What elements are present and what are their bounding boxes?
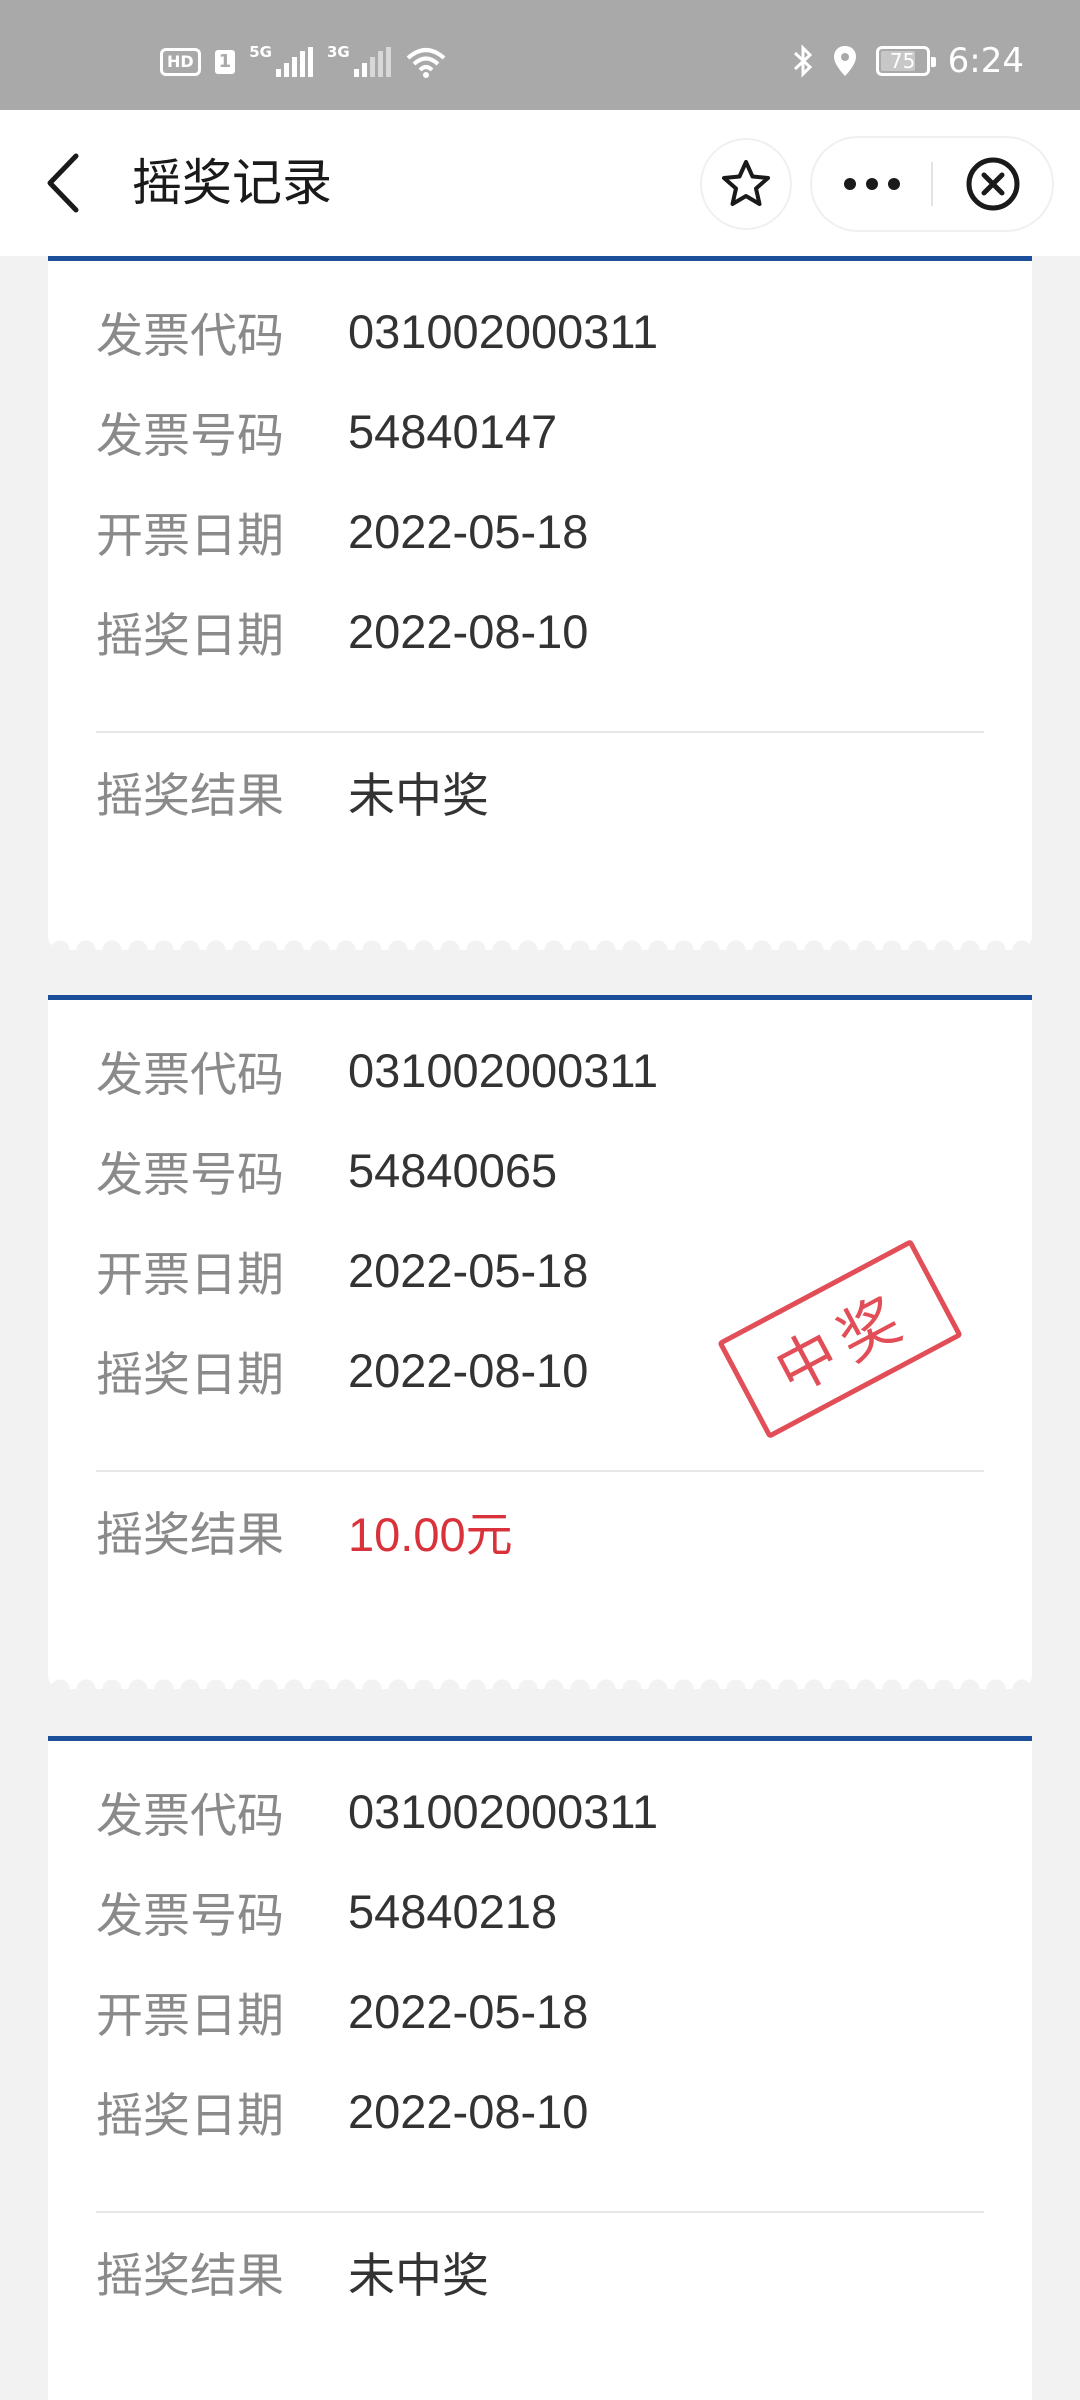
issue-date-value: 2022-05-18 xyxy=(348,1984,589,2038)
issue-date-label: 开票日期 xyxy=(96,508,284,564)
nav-bar: 摇奖记录 xyxy=(0,110,1080,256)
draw-date-label: 摇奖日期 xyxy=(96,2088,284,2144)
signal-bars-icon xyxy=(275,47,313,77)
invoice-code-row: 发票代码 031002000311 xyxy=(96,301,659,364)
network-3g-label: 3G xyxy=(326,43,350,61)
record-list: 发票代码 031002000311 发票号码 54840147 开票日期 202… xyxy=(0,256,1080,2400)
invoice-number-value: 54840147 xyxy=(348,404,558,458)
draw-result-row: 摇奖结果 未中奖 xyxy=(96,761,489,824)
invoice-number-label: 发票号码 xyxy=(96,1888,284,1944)
hd-badge: HD xyxy=(160,48,201,76)
issue-date-row: 开票日期 2022-05-18 xyxy=(96,501,589,564)
invoice-code-label: 发票代码 xyxy=(96,1788,284,1844)
record-card: 发票代码 031002000311 发票号码 54840065 开票日期 202… xyxy=(48,995,1032,1689)
divider xyxy=(96,2211,984,2213)
invoice-number-row: 发票号码 54840065 xyxy=(96,1140,558,1203)
draw-date-row: 摇奖日期 2022-08-10 xyxy=(96,2081,589,2144)
draw-result-value: 未中奖 xyxy=(348,768,489,822)
clock: 6:24 xyxy=(947,41,1024,81)
draw-result-label: 摇奖结果 xyxy=(96,2248,284,2304)
sim-badge: 1 xyxy=(214,50,236,74)
chevron-left-icon xyxy=(47,153,79,213)
issue-date-row: 开票日期 2022-05-18 xyxy=(96,1981,589,2044)
draw-result-value: 10.00元 xyxy=(348,1507,513,1561)
back-button[interactable] xyxy=(40,148,90,218)
draw-date-value: 2022-08-10 xyxy=(348,1343,589,1397)
invoice-code-label: 发票代码 xyxy=(96,308,284,364)
issue-date-value: 2022-05-18 xyxy=(348,504,589,558)
star-icon xyxy=(722,160,770,206)
invoice-number-value: 54840065 xyxy=(348,1143,558,1197)
issue-date-value: 2022-05-18 xyxy=(348,1243,589,1297)
ticket-edge xyxy=(48,934,1032,950)
signal-bars-2-icon xyxy=(353,47,391,77)
capsule-divider xyxy=(931,162,933,206)
close-circle-icon xyxy=(966,157,1020,211)
location-icon xyxy=(833,46,856,76)
draw-date-label: 摇奖日期 xyxy=(96,1347,284,1403)
draw-result-label: 摇奖结果 xyxy=(96,1507,284,1563)
invoice-code-value: 031002000311 xyxy=(348,304,659,358)
invoice-code-value: 031002000311 xyxy=(348,1043,659,1097)
battery-icon: 75 xyxy=(875,46,936,76)
draw-result-row: 摇奖结果 10.00元 xyxy=(96,1500,513,1563)
bluetooth-icon xyxy=(793,44,812,78)
battery-level: 75 xyxy=(889,49,916,73)
status-left: HD 1 5G 3G xyxy=(160,42,447,82)
more-dots-icon xyxy=(844,178,900,190)
close-button[interactable] xyxy=(934,138,1052,230)
record-card: 发票代码 031002000311 发票号码 54840218 开票日期 202… xyxy=(48,1736,1032,2400)
invoice-code-row: 发票代码 031002000311 xyxy=(96,1781,659,1844)
invoice-number-row: 发票号码 54840147 xyxy=(96,401,558,464)
issue-date-label: 开票日期 xyxy=(96,1247,284,1303)
draw-date-value: 2022-08-10 xyxy=(348,604,589,658)
invoice-code-row: 发票代码 031002000311 xyxy=(96,1040,659,1103)
draw-date-row: 摇奖日期 2022-08-10 xyxy=(96,601,589,664)
favorite-button[interactable] xyxy=(702,140,790,228)
winning-stamp: 中奖 xyxy=(717,1238,963,1440)
divider xyxy=(96,1470,984,1472)
issue-date-label: 开票日期 xyxy=(96,1988,284,2044)
invoice-code-value: 031002000311 xyxy=(348,1784,659,1838)
draw-result-label: 摇奖结果 xyxy=(96,768,284,824)
draw-result-row: 摇奖结果 未中奖 xyxy=(96,2241,489,2304)
page-title: 摇奖记录 xyxy=(132,154,332,212)
more-button[interactable] xyxy=(812,138,932,230)
draw-date-value: 2022-08-10 xyxy=(348,2084,589,2138)
invoice-number-value: 54840218 xyxy=(348,1884,558,1938)
status-bar: HD 1 5G 3G 75 6:24 xyxy=(0,0,1080,110)
draw-date-label: 摇奖日期 xyxy=(96,608,284,664)
mini-program-capsule xyxy=(812,138,1052,230)
invoice-number-label: 发票号码 xyxy=(96,1147,284,1203)
status-right: 75 6:24 xyxy=(792,36,1024,86)
draw-date-row: 摇奖日期 2022-08-10 xyxy=(96,1340,589,1403)
invoice-code-label: 发票代码 xyxy=(96,1047,284,1103)
record-card: 发票代码 031002000311 发票号码 54840147 开票日期 202… xyxy=(48,256,1032,950)
network-5g-label: 5G xyxy=(249,43,272,61)
draw-result-value: 未中奖 xyxy=(348,2248,489,2302)
issue-date-row: 开票日期 2022-05-18 xyxy=(96,1240,589,1303)
ticket-edge xyxy=(48,1673,1032,1689)
divider xyxy=(96,731,984,733)
invoice-number-label: 发票号码 xyxy=(96,408,284,464)
invoice-number-row: 发票号码 54840218 xyxy=(96,1881,558,1944)
wifi-icon xyxy=(406,48,446,78)
